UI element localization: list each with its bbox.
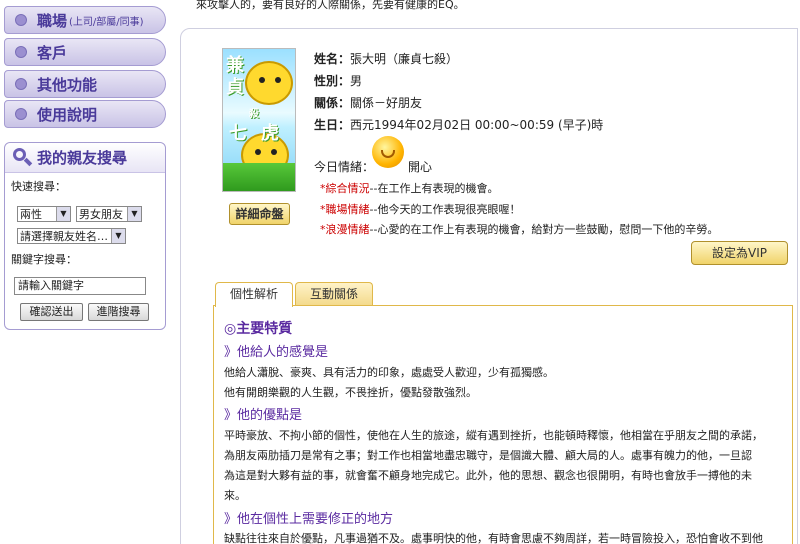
mood-label: 今日情緒：	[314, 160, 375, 174]
mood-value: 開心	[408, 160, 433, 174]
smiley-icon	[372, 136, 404, 168]
nav-label: 其他功能	[37, 75, 98, 94]
grass-decoration	[223, 163, 295, 191]
fortune-head: 職場情緒	[325, 203, 370, 216]
chevron-down-icon: ▼	[111, 229, 125, 243]
fortune-text: --他今天的工作表現很亮眼喔！	[369, 203, 521, 216]
chevron-down-icon: ▼	[127, 207, 141, 221]
body-text: 為這是對大夥有益的事，就會奮不顧身地完成它。此外，他的思想、觀念也很開明，有時也…	[224, 469, 752, 482]
subsection-strengths: 》他的優點是	[224, 408, 303, 423]
set-vip-button[interactable]: 設定為VIP	[691, 241, 788, 265]
nav-label: 客戶	[37, 43, 68, 62]
nav-item-other-functions[interactable]: 其他功能	[4, 70, 166, 98]
fortune-head: 綜合情況	[325, 182, 370, 195]
confirm-button[interactable]: 確認送出	[20, 303, 83, 321]
nav-item-workplace[interactable]: 職場 (上司/部屬/同事)	[4, 6, 166, 34]
section-title: ◎主要特質	[224, 321, 293, 337]
nav-label: 職場	[37, 11, 68, 30]
name-value: 張大明（廉貞七殺）	[350, 52, 459, 66]
body-text: 缺點往往來自於優點，凡事過猶不及。處事明快的他，有時會思慮不夠周詳，若一時冒險投…	[224, 532, 763, 544]
gender-select-value: 兩性	[20, 208, 42, 221]
gender-row: 性別：男	[314, 72, 362, 89]
body-text: 為朋友兩肋插刀是常有之事；對工作也相當地盡忠職守，是個識大體、顧大局的人。處事有…	[224, 449, 752, 462]
bullet-icon	[15, 78, 27, 90]
body-text: 他有開朗樂觀的人生觀，不畏挫折，優點發散強烈。	[224, 386, 477, 399]
nav-label: 使用說明	[37, 105, 98, 124]
friend-search-header: 我的親友搜尋	[5, 143, 165, 173]
tab-personality[interactable]: 個性解析	[215, 282, 293, 307]
keyword-search-label: 關鍵字搜尋：	[11, 253, 77, 266]
subsection-impression: 》他給人的感覺是	[224, 345, 329, 360]
birthday-row: 生日：西元1994年02月02日 00:00~00:59 (早子)時	[314, 116, 603, 133]
tab-interaction[interactable]: 互動關係	[295, 282, 373, 306]
friend-search-title: 我的親友搜尋	[37, 149, 128, 167]
relation-row: 關係：關係－好朋友	[314, 94, 422, 111]
quick-search-label: 快速搜尋：	[11, 180, 66, 193]
birthday-label: 生日：	[314, 118, 351, 132]
name-row: 姓名：張大明（廉貞七殺）	[314, 50, 458, 67]
magnifier-icon	[11, 147, 33, 169]
body-text: 他給人瀟脫、豪爽、具有活力的印象，處處受人歡迎，少有孤獨感。	[224, 366, 554, 379]
chevron-down-icon: ▼	[56, 207, 70, 221]
fortune-text: --心愛的在工作上有表現的機會，給對方一些鼓勵，慰問一下他的辛勞。	[369, 223, 719, 236]
tiger-illustration	[245, 61, 293, 105]
nav-sublabel: (上司/部屬/同事)	[69, 16, 144, 28]
friend-name-select[interactable]: 請選擇親友姓名… ▼	[17, 228, 126, 244]
bullet-icon	[15, 46, 27, 58]
sidebar: 職場 (上司/部屬/同事) 客戶 其他功能 使用說明 我的親友搜尋 快速搜尋： …	[0, 0, 170, 544]
nav-item-customers[interactable]: 客戶	[4, 38, 166, 66]
photo-char: 虎	[261, 123, 279, 144]
fortune-text: --在工作上有表現的機會。	[369, 182, 499, 195]
birthday-value: 西元1994年02月02日 00:00~00:59 (早子)時	[350, 118, 604, 132]
bullet-icon	[15, 14, 27, 26]
body-text: 來。	[224, 489, 246, 502]
fortune-overall: *綜合情況--在工作上有表現的機會。	[320, 182, 499, 195]
gender-label: 性別：	[314, 74, 351, 88]
detailed-chart-button[interactable]: 詳細命盤	[229, 203, 290, 225]
gender-select[interactable]: 兩性 ▼	[17, 206, 71, 222]
advanced-search-button[interactable]: 進階搜尋	[88, 303, 149, 321]
fortune-workplace: *職場情緒--他今天的工作表現很亮眼喔！	[320, 203, 521, 216]
friend-name-select-value: 請選擇親友姓名…	[20, 230, 108, 243]
photo-char: 殺	[249, 109, 259, 120]
profile-photo: 兼 貞 七 虎 殺	[222, 48, 296, 192]
body-text: 平時豪放、不拘小節的個性，使他在人生的旅途，縱有遇到挫折，也能頓時釋懷，他相當在…	[224, 429, 763, 442]
keyword-input[interactable]: 請輸入關鍵字	[14, 277, 146, 295]
name-label: 姓名：	[314, 52, 351, 66]
photo-char: 貞	[226, 77, 244, 98]
nav-item-instructions[interactable]: 使用說明	[4, 100, 166, 128]
photo-char: 七	[229, 123, 247, 144]
bullet-icon	[15, 108, 27, 120]
fortune-head: 浪漫情緒	[325, 223, 370, 236]
subsection-improvements: 》他在個性上需要修正的地方	[224, 512, 394, 527]
intro-text: 來攻擊人的，要有良好的人際關係，先要有健康的EQ。	[196, 0, 465, 11]
gender-value: 男	[350, 74, 363, 88]
relation-select-value: 男女朋友	[79, 208, 123, 221]
relation-select[interactable]: 男女朋友 ▼	[76, 206, 142, 222]
fortune-romance: *浪漫情緒--心愛的在工作上有表現的機會，給對方一些鼓勵，慰問一下他的辛勞。	[320, 223, 719, 236]
relation-value: 關係－好朋友	[350, 96, 423, 110]
relation-label: 關係：	[314, 96, 351, 110]
